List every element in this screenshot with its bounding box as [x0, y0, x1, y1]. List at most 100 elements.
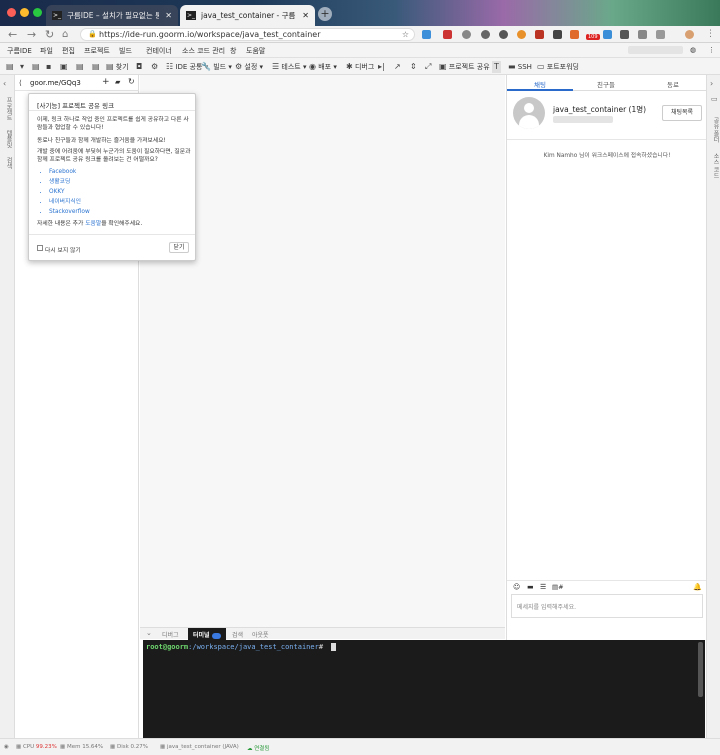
- test-menu[interactable]: ☰ 테스트 ▾: [272, 61, 306, 73]
- help-link[interactable]: 도움말: [85, 221, 101, 227]
- menu-icon[interactable]: ☰: [540, 583, 546, 591]
- new-file-icon[interactable]: ▤: [6, 61, 14, 73]
- back-icon[interactable]: ←: [8, 28, 17, 41]
- bookmark-star-icon[interactable]: ☆: [402, 29, 409, 40]
- chat-list-button[interactable]: 채팅목록: [662, 105, 702, 121]
- camera-icon[interactable]: ◘: [136, 61, 142, 73]
- forward-icon[interactable]: →: [27, 28, 36, 41]
- tab-debug[interactable]: 디버그: [162, 630, 179, 639]
- more-menu-icon[interactable]: ⋮: [708, 46, 715, 54]
- link-naver-kin[interactable]: 네이버지식인: [49, 197, 90, 207]
- upload-icon[interactable]: ▤: [92, 61, 100, 73]
- close-icon[interactable]: ✕: [159, 11, 172, 20]
- browser-tab-workspace[interactable]: >_ java_test_container - 구름IDE ✕: [180, 5, 315, 26]
- extension-icon[interactable]: [656, 30, 665, 39]
- rail-tab-project[interactable]: 프로젝트: [4, 97, 13, 121]
- menu-edit[interactable]: 편집: [62, 46, 75, 56]
- extension-icon[interactable]: [517, 30, 526, 39]
- folder-add-icon[interactable]: ▰: [115, 78, 120, 86]
- extension-icon[interactable]: [499, 30, 508, 39]
- ssh-button[interactable]: ▬ SSH: [508, 61, 532, 73]
- tab-friends[interactable]: 친구들: [573, 79, 639, 89]
- add-icon[interactable]: +: [102, 77, 110, 87]
- rail-tab-template[interactable]: 템플릿: [4, 130, 13, 148]
- menu-file[interactable]: 파일: [40, 46, 53, 56]
- rail-tab-shared-folder[interactable]: 공유 폴더: [711, 117, 720, 143]
- new-tab-button[interactable]: +: [318, 7, 332, 21]
- menu-goormide[interactable]: 구름IDE: [7, 46, 32, 56]
- step-icon[interactable]: ▸|: [378, 61, 385, 73]
- export-icon[interactable]: ▤: [76, 61, 84, 73]
- menu-project[interactable]: 프로젝트: [84, 46, 110, 56]
- open-icon[interactable]: ▤: [32, 61, 40, 73]
- url-input[interactable]: 🔒 https://ide-run.goorm.io/workspace/jav…: [80, 28, 415, 41]
- menu-build[interactable]: 빌드: [119, 46, 132, 56]
- settings-menu[interactable]: ⚙ 설정 ▾: [235, 61, 263, 73]
- collapse-right-icon[interactable]: ›: [710, 79, 713, 88]
- chat-message-input[interactable]: 메세지를 입력해주세요.: [511, 594, 703, 618]
- emoji-icon[interactable]: ☺: [513, 583, 520, 591]
- link-okky[interactable]: OKKY: [49, 187, 90, 197]
- dont-show-again-checkbox[interactable]: [37, 245, 43, 251]
- refresh-icon[interactable]: ↻: [128, 77, 135, 86]
- link-stackoverflow[interactable]: Stackoverflow: [49, 207, 90, 217]
- extension-icon[interactable]: [553, 30, 562, 39]
- avatar[interactable]: [685, 30, 694, 39]
- deploy-menu[interactable]: ◉ 배포 ▾: [309, 61, 337, 73]
- close-window-button[interactable]: [7, 8, 16, 17]
- browser-tab-goorm-home[interactable]: >_ 구름IDE – 설치가 필요없는 통합개발환경 ✕: [46, 5, 178, 26]
- share-link-text[interactable]: goor.me/GQq3: [30, 79, 81, 87]
- chevron-down-icon[interactable]: ⌄: [146, 629, 152, 637]
- extension-icon[interactable]: [570, 30, 579, 39]
- link-facebook[interactable]: Facebook: [49, 167, 90, 177]
- hashtag-icon[interactable]: ▤#: [552, 583, 564, 591]
- port-forwarding-button[interactable]: ▭ 포트포워딩: [537, 61, 579, 73]
- split-icon[interactable]: ⇕: [410, 61, 417, 73]
- find-button[interactable]: ▤ 찾기: [106, 61, 129, 73]
- rail-tab-source-code[interactable]: 소스 코드: [711, 153, 720, 179]
- collapse-left-icon[interactable]: ‹: [3, 79, 6, 88]
- terminal[interactable]: root@goorm:/workspace/java_test_containe…: [143, 640, 705, 738]
- extension-icon[interactable]: [481, 30, 490, 39]
- more-menu-icon[interactable]: ⋮: [706, 28, 715, 41]
- reload-icon[interactable]: ↻: [45, 28, 54, 41]
- extension-icon[interactable]: [535, 30, 544, 39]
- build-menu[interactable]: 🔧 빌드 ▾: [201, 61, 232, 73]
- new-menu-icon[interactable]: ▾: [20, 61, 24, 73]
- debug-button[interactable]: ✱ 디버그: [346, 61, 374, 73]
- extension-icon[interactable]: [422, 30, 431, 39]
- chat-rail-icon[interactable]: ▭: [711, 95, 718, 103]
- save-all-icon[interactable]: ▣: [60, 61, 68, 73]
- fullscreen-icon[interactable]: ⤢: [425, 61, 431, 73]
- close-popup-button[interactable]: 닫기: [169, 242, 189, 253]
- tab-output[interactable]: 아웃풋: [252, 630, 269, 639]
- menu-container[interactable]: 컨테이너: [146, 46, 172, 56]
- tab-search[interactable]: 검색: [232, 630, 243, 639]
- link-opentutorials[interactable]: 생활코딩: [49, 177, 90, 187]
- add-terminal-icon[interactable]: [211, 632, 221, 639]
- bell-icon[interactable]: 🔔: [693, 583, 702, 591]
- extension-icon[interactable]: [462, 30, 471, 39]
- extension-icon[interactable]: [603, 30, 612, 39]
- save-icon[interactable]: ▪: [46, 61, 51, 73]
- tab-colleagues[interactable]: 동료: [640, 79, 706, 89]
- user-icon[interactable]: ◍: [690, 46, 696, 54]
- extension-icon[interactable]: [443, 30, 452, 39]
- gear-icon[interactable]: ⚙: [151, 61, 158, 73]
- rail-tab-search[interactable]: 검색: [4, 157, 13, 169]
- project-share-button[interactable]: ▣ 프로젝트 공유: [439, 61, 490, 73]
- extension-icon[interactable]: [620, 30, 629, 39]
- close-icon[interactable]: ✕: [296, 11, 309, 20]
- minimize-window-button[interactable]: [20, 8, 29, 17]
- tab-chat[interactable]: 채팅: [507, 79, 573, 89]
- code-snippet-icon[interactable]: ▬: [527, 583, 534, 591]
- menu-help[interactable]: 도움말: [246, 46, 265, 56]
- text-format-icon[interactable]: T: [492, 61, 501, 73]
- share-arrow-icon[interactable]: ↗: [394, 61, 401, 73]
- terminal-scrollbar[interactable]: [698, 642, 703, 697]
- menu-scm[interactable]: 소스 코드 관리: [182, 46, 225, 56]
- extension-icon[interactable]: [638, 30, 647, 39]
- home-icon[interactable]: ⌂: [62, 28, 68, 41]
- menu-window[interactable]: 창: [230, 46, 236, 56]
- maximize-window-button[interactable]: [33, 8, 42, 17]
